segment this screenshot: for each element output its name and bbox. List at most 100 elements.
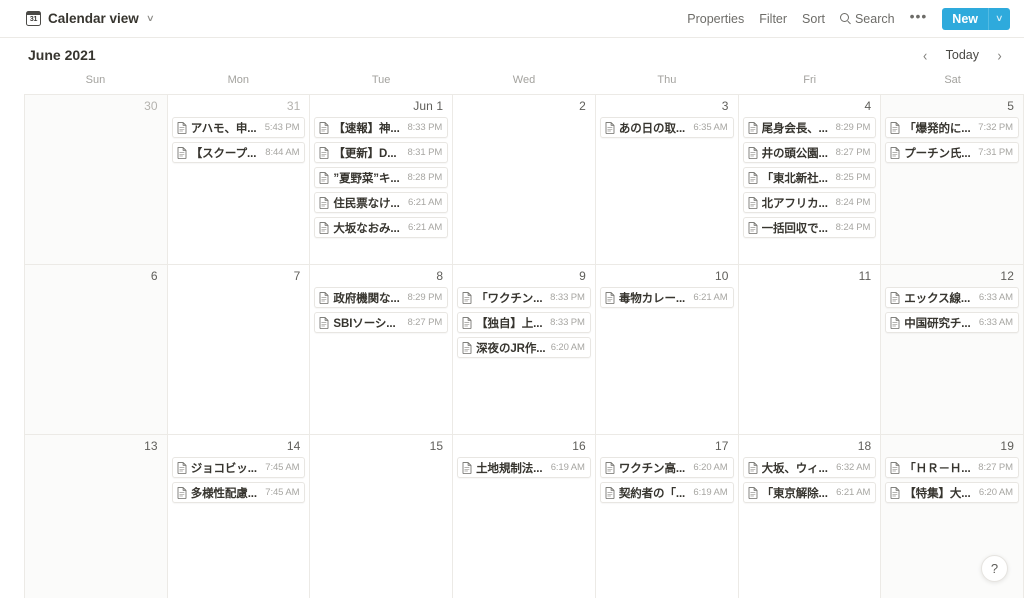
calendar-day-cell[interactable]: 3 あの日の取... 6:35 AM bbox=[595, 95, 739, 265]
calendar-event-card[interactable]: 【スクープ... 8:44 AM bbox=[171, 142, 306, 163]
search-icon bbox=[839, 13, 851, 24]
calendar-day-cell[interactable]: 5 「爆発的に... 7:32 PM プーチン氏... 7:31 PM bbox=[881, 95, 1024, 265]
properties-button[interactable]: Properties bbox=[680, 8, 751, 30]
filter-button[interactable]: Filter bbox=[752, 8, 794, 30]
calendar-day-cell[interactable]: 18 大坂、ウィ... 6:32 AM 「東京解除... 6:21 AM bbox=[738, 435, 882, 598]
next-month-button[interactable]: › bbox=[989, 45, 1010, 66]
calendar-day-cell[interactable]: 4 尾身会長、... 8:29 PM 井の頭公園... 8:27 PM 「東北新社... 8… bbox=[738, 95, 882, 265]
calendar-event-card[interactable]: 「東京解除... 6:21 AM bbox=[742, 482, 877, 503]
calendar-event-card[interactable]: 井の頭公園... 8:27 PM bbox=[742, 142, 877, 163]
event-time: 6:19 AM bbox=[550, 462, 585, 473]
calendar-day-cell[interactable]: 11 bbox=[738, 265, 882, 435]
day-events: エックス線... 6:33 AM 中国研究チ... 6:33 AM bbox=[885, 287, 1019, 333]
calendar-day-cell[interactable]: Jun 1 【速報】神... 8:33 PM 【更新】D... 8:31 PM ”夏野菜”… bbox=[310, 95, 454, 265]
calendar-event-card[interactable]: ”夏野菜”キ... 8:28 PM bbox=[314, 167, 449, 188]
calendar-event-card[interactable]: 毒物カレー... 6:21 AM bbox=[599, 287, 734, 308]
calendar-event-card[interactable]: 契約者の「... 6:19 AM bbox=[599, 482, 734, 503]
event-title: 「ワクチン... bbox=[476, 292, 543, 305]
calendar-event-card[interactable]: SBIソーシ... 8:27 PM bbox=[314, 312, 449, 333]
calendar-event-card[interactable]: 土地規制法... 6:19 AM bbox=[457, 457, 591, 478]
calendar-day-cell[interactable]: 13 bbox=[25, 435, 168, 598]
event-time: 8:24 PM bbox=[835, 222, 871, 233]
event-time: 5:43 PM bbox=[264, 122, 300, 133]
calendar-event-card[interactable]: 【更新】D... 8:31 PM bbox=[314, 142, 449, 163]
calendar-event-card[interactable]: 住民票なけ... 6:21 AM bbox=[314, 192, 449, 213]
calendar-event-card[interactable]: プーチン氏... 7:31 PM bbox=[885, 142, 1019, 163]
calendar-event-card[interactable]: ジョコビッ... 7:45 AM bbox=[171, 457, 306, 478]
calendar-event-card[interactable]: 多様性配慮... 7:45 AM bbox=[171, 482, 306, 503]
calendar-event-card[interactable]: 北アフリカ... 8:24 PM bbox=[742, 192, 877, 213]
help-button[interactable]: ? bbox=[981, 555, 1008, 582]
calendar-event-card[interactable]: 【特集】大... 6:20 AM bbox=[885, 482, 1019, 503]
calendar-event-card[interactable]: エックス線... 6:33 AM bbox=[885, 287, 1019, 308]
event-title: あの日の取... bbox=[618, 122, 686, 135]
calendar-day-cell[interactable]: 7 bbox=[167, 265, 311, 435]
event-time: 8:29 PM bbox=[835, 122, 871, 133]
weekday-label-mon: Mon bbox=[227, 74, 249, 86]
calendar-event-card[interactable]: 尾身会長、... 8:29 PM bbox=[742, 117, 877, 138]
today-button[interactable]: Today bbox=[938, 45, 987, 65]
day-number: 3 bbox=[721, 99, 729, 113]
calendar-day-cell[interactable]: 14 ジョコビッ... 7:45 AM 多様性配慮... 7:45 AM bbox=[167, 435, 311, 598]
new-dropdown-button[interactable]: ∨ bbox=[988, 7, 1010, 30]
calendar-day-cell[interactable]: 15 bbox=[310, 435, 454, 598]
event-title: 尾身会長、... bbox=[761, 122, 828, 135]
sort-button[interactable]: Sort bbox=[795, 8, 832, 30]
calendar-event-card[interactable]: 大坂、ウィ... 6:32 AM bbox=[742, 457, 877, 478]
event-time: 8:27 PM bbox=[978, 462, 1013, 473]
calendar-day-cell[interactable]: 12 エックス線... 6:33 AM 中国研究チ... 6:33 AM bbox=[881, 265, 1024, 435]
day-number: 6 bbox=[150, 269, 158, 283]
search-button[interactable]: Search bbox=[833, 8, 902, 30]
calendar-event-card[interactable]: 一括回収で... 8:24 PM bbox=[742, 217, 877, 238]
calendar-event-card[interactable]: 【速報】神... 8:33 PM bbox=[314, 117, 449, 138]
calendar-event-card[interactable]: 「ＨＲ－Ｈ... 8:27 PM bbox=[885, 457, 1019, 478]
event-title: 「爆発的に... bbox=[904, 122, 971, 135]
weekday-label-sun: Sun bbox=[85, 74, 106, 86]
weekday-label-wed: Wed bbox=[512, 74, 536, 86]
calendar-event-card[interactable]: 政府機関な... 8:29 PM bbox=[314, 287, 449, 308]
calendar-event-card[interactable]: あの日の取... 6:35 AM bbox=[599, 117, 734, 138]
calendar-day-cell[interactable]: 30 bbox=[25, 95, 168, 265]
calendar-day-cell[interactable]: 6 bbox=[25, 265, 168, 435]
calendar-event-card[interactable]: 「ワクチン... 8:33 PM bbox=[457, 287, 591, 308]
calendar-event-card[interactable]: 深夜のJR作... 6:20 AM bbox=[457, 337, 591, 358]
view-title: Calendar view bbox=[48, 11, 139, 26]
day-number: 8 bbox=[436, 269, 444, 283]
event-title: 毒物カレー... bbox=[618, 292, 686, 305]
view-switcher[interactable]: 31 Calendar view ∨ bbox=[22, 8, 159, 29]
calendar-day-cell[interactable]: 10 毒物カレー... 6:21 AM bbox=[595, 265, 739, 435]
calendar-event-card[interactable]: ワクチン高... 6:20 AM bbox=[599, 457, 734, 478]
day-number: 30 bbox=[144, 99, 158, 113]
weekday-label-sat: Sat bbox=[944, 74, 961, 86]
event-title: プーチン氏... bbox=[904, 147, 971, 160]
day-number: 19 bbox=[1000, 439, 1014, 453]
toolbar-actions: Properties Filter Sort Search ••• New ∨ bbox=[680, 7, 1010, 30]
document-icon bbox=[748, 461, 758, 474]
event-time: 6:20 AM bbox=[693, 462, 728, 473]
calendar-day-cell[interactable]: 17 ワクチン高... 6:20 AM 契約者の「... 6:19 AM bbox=[595, 435, 739, 598]
previous-month-button[interactable]: ‹ bbox=[915, 45, 936, 66]
document-icon bbox=[319, 291, 329, 304]
event-title: 契約者の「... bbox=[618, 487, 686, 500]
calendar-event-card[interactable]: 【独自】上... 8:33 PM bbox=[457, 312, 591, 333]
calendar-day-cell[interactable]: 16 土地規制法... 6:19 AM bbox=[453, 435, 596, 598]
document-icon bbox=[748, 171, 758, 184]
document-icon bbox=[605, 461, 615, 474]
calendar-event-card[interactable]: 「爆発的に... 7:32 PM bbox=[885, 117, 1019, 138]
day-number: 31 bbox=[286, 99, 301, 113]
calendar-event-card[interactable]: 「東北新社... 8:25 PM bbox=[742, 167, 877, 188]
calendar-event-card[interactable]: 中国研究チ... 6:33 AM bbox=[885, 312, 1019, 333]
calendar-day-cell[interactable]: 2 bbox=[453, 95, 596, 265]
calendar-day-cell[interactable]: 31 アハモ、申... 5:43 PM 【スクープ... 8:44 AM bbox=[167, 95, 311, 265]
day-events: アハモ、申... 5:43 PM 【スクープ... 8:44 AM bbox=[171, 117, 306, 163]
event-title: 多様性配慮... bbox=[190, 487, 257, 500]
calendar-event-card[interactable]: アハモ、申... 5:43 PM bbox=[171, 117, 306, 138]
new-button[interactable]: New bbox=[942, 7, 988, 30]
calendar-day-cell[interactable]: 8 政府機関な... 8:29 PM SBIソーシ... 8:27 PM bbox=[310, 265, 454, 435]
event-title: 「東京解除... bbox=[761, 487, 828, 500]
calendar-day-cell[interactable]: 9 「ワクチン... 8:33 PM 【独自】上... 8:33 PM 深夜のJR作...… bbox=[453, 265, 596, 435]
event-time: 8:24 PM bbox=[835, 197, 871, 208]
weekday-header: Sun Mon Tue Wed Thu Fri Sat bbox=[0, 72, 1024, 94]
more-options-button[interactable]: ••• bbox=[903, 9, 935, 27]
calendar-event-card[interactable]: 大坂なおみ... 6:21 AM bbox=[314, 217, 449, 238]
